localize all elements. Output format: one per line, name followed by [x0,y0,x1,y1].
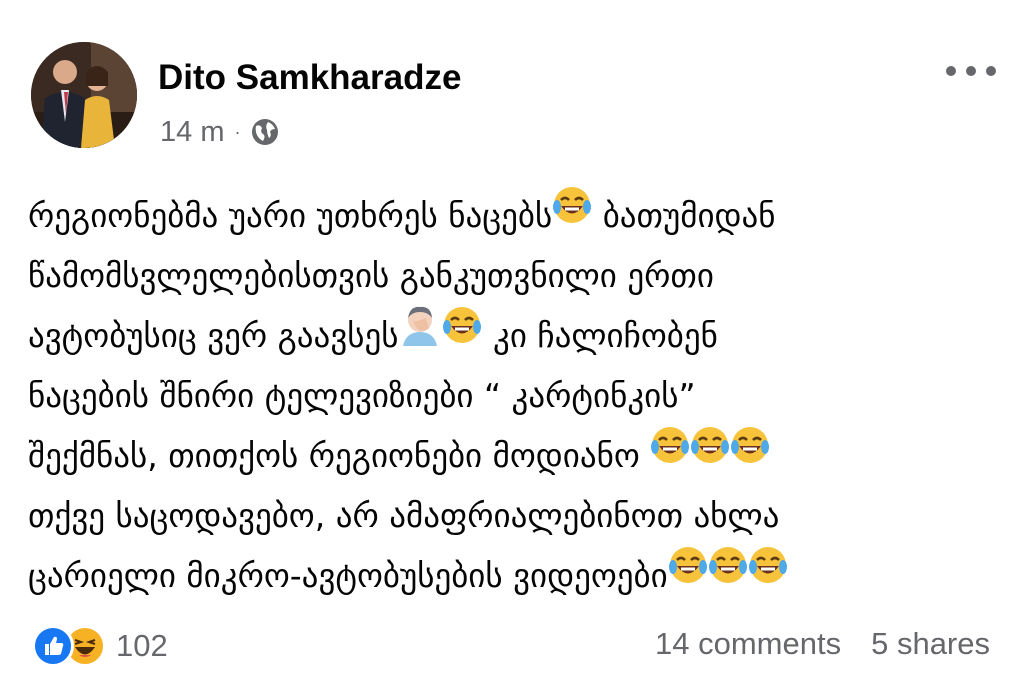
tears-of-joy-emoji-icon [730,424,770,484]
post-line: რეგიონებმა უარი უთხრეს ნაცებს ბათუმიდან [28,186,1003,246]
post-text: ნაცების შნირი ტელევიზიები “ კარტინკის” [28,376,696,415]
engagement-summary: 14 comments 5 shares [655,626,990,662]
shares-link[interactable]: 5 shares [871,626,990,662]
reactions-summary[interactable]: 102 [32,624,168,668]
tears-of-joy-emoji-icon [690,424,730,484]
post-body: რეგიონებმა უარი უთხრეს ნაცებს ბათუმიდან … [28,186,1003,606]
post-line: წამომსვლელებისთვის განკუთვნილი ერთი [28,246,1003,306]
tears-of-joy-emoji-icon [552,184,592,244]
tears-of-joy-emoji-icon [708,544,748,604]
post-meta: 14 m · [160,114,280,150]
post-line: თქვე საცოდავებო, არ ამაფრიალებინოთ ახლა [28,486,1003,546]
face-palm-emoji-icon [398,302,442,365]
post-line: ცარიელი მიკრო-ავტობუსების ვიდეოები [28,546,1003,606]
post-line: შექმნას, თითქოს რეგიონები მოდიანო [28,426,1003,486]
post-line: ავტობუსიც ვერ გაავსეს კი ჩალიჩობენ [28,306,1003,366]
author-name[interactable]: Dito Samkharadze [158,58,461,98]
post-text: წამომსვლელებისთვის განკუთვნილი ერთი [28,256,714,295]
tears-of-joy-emoji-icon [748,544,788,604]
post-options-button[interactable] [946,58,996,84]
post-text: რეგიონებმა უარი უთხრეს ნაცებს [28,196,553,235]
post-text: კი ჩალიჩობენ [482,316,718,355]
post-text: შექმნას, თითქოს რეგიონები მოდიანო [28,436,651,475]
post-text: ავტობუსიც ვერ გაავსეს [28,316,399,355]
reaction-count: 102 [116,628,168,663]
post-text: თქვე საცოდავებო, არ ამაფრიალებინოთ ახლა [28,496,780,535]
comments-link[interactable]: 14 comments [655,626,841,662]
tears-of-joy-emoji-icon [650,424,690,484]
post-line: ნაცების შნირი ტელევიზიები “ კარტინკის” [28,366,1003,426]
post-timestamp[interactable]: 14 m [160,116,224,149]
more-horizontal-icon-dot [986,66,996,76]
like-icon [32,625,74,667]
avatar-photo [31,42,137,148]
post-text: ცარიელი მიკრო-ავტობუსების ვიდეოები [28,556,668,595]
author-avatar[interactable] [31,42,137,148]
tears-of-joy-emoji-icon [442,304,482,364]
more-horizontal-icon-dot [946,66,956,76]
meta-separator: · [234,121,241,142]
facebook-post: Dito Samkharadze 14 m · რეგიონებმა უარი … [0,0,1024,693]
post-text: ბათუმიდან [592,196,776,235]
globe-icon[interactable] [250,117,280,147]
more-horizontal-icon-dot [966,66,976,76]
tears-of-joy-emoji-icon [668,544,708,604]
